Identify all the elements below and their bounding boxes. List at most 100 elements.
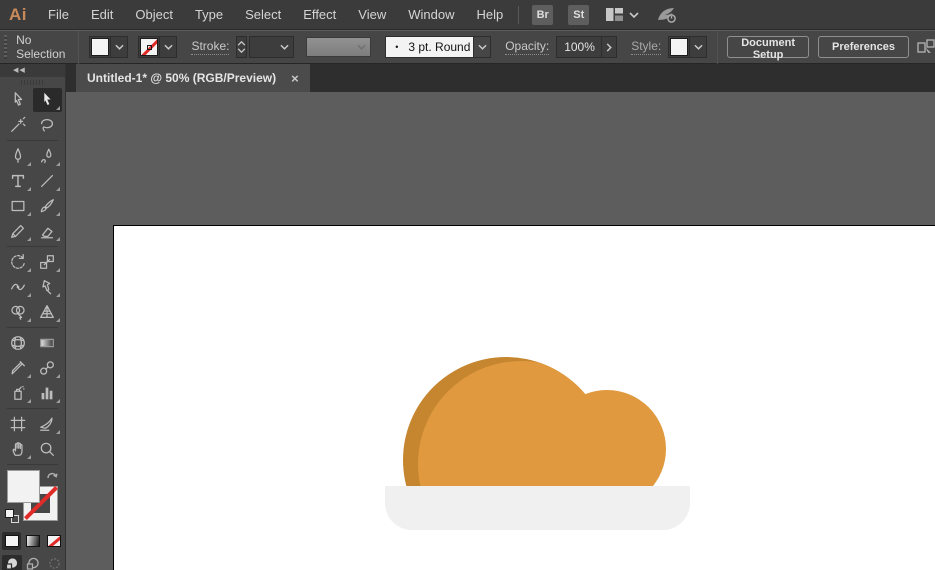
draw-behind-button[interactable] [23, 555, 43, 570]
tools-panel: ◀◀ [0, 64, 66, 570]
shape-builder-tool[interactable] [4, 300, 33, 324]
control-bar: No Selection Stroke: [0, 31, 935, 64]
type-tool[interactable] [4, 169, 33, 193]
chevron-down-icon[interactable] [689, 37, 706, 57]
opacity-input[interactable]: 100% [557, 40, 601, 54]
stroke-color-control[interactable] [138, 36, 177, 58]
scale-tool[interactable] [33, 250, 62, 274]
slice-tool[interactable] [33, 412, 62, 436]
hand-tool[interactable] [4, 437, 33, 461]
stock-button[interactable]: St [568, 5, 589, 25]
divider [7, 408, 58, 409]
menu-object[interactable]: Object [124, 0, 184, 29]
lasso-tool[interactable] [33, 113, 62, 137]
zoom-tool[interactable] [33, 437, 62, 461]
panel-dock-icon[interactable] [917, 39, 935, 55]
panel-grip[interactable] [4, 35, 7, 59]
tab-close-icon[interactable]: × [291, 72, 299, 85]
menu-separator [518, 6, 519, 24]
plate-shape [385, 486, 690, 530]
draw-inside-button[interactable] [44, 555, 64, 570]
style-swatch[interactable] [670, 38, 688, 56]
workspace-switcher-icon[interactable] [606, 8, 639, 21]
line-segment-tool[interactable] [33, 169, 62, 193]
chevron-right-icon[interactable] [601, 37, 616, 57]
eraser-tool[interactable] [33, 219, 62, 243]
document-tab-bar: Untitled-1* @ 50% (RGB/Preview) × [66, 64, 935, 92]
stroke-width-dropdown[interactable] [249, 36, 294, 58]
panel-collapse-button[interactable]: ◀◀ [0, 64, 65, 77]
divider [78, 31, 79, 64]
stroke-label[interactable]: Stroke: [191, 39, 229, 55]
document-tab-title: Untitled-1* @ 50% (RGB/Preview) [87, 71, 276, 85]
chevron-down-icon [276, 37, 293, 57]
fill-color-control[interactable] [89, 36, 128, 58]
canvas-area[interactable] [66, 92, 935, 570]
magic-wand-tool[interactable] [4, 113, 33, 137]
divider [7, 246, 58, 247]
artboard [113, 225, 935, 570]
fill-swatch[interactable] [91, 38, 109, 56]
panel-grip[interactable] [0, 77, 65, 88]
pen-tool[interactable] [4, 144, 33, 168]
perspective-grid-tool[interactable] [33, 300, 62, 324]
gradient-tool[interactable] [33, 331, 62, 355]
style-dropdown[interactable] [668, 36, 707, 58]
document-setup-button[interactable]: Document Setup [727, 36, 809, 58]
mesh-tool[interactable] [4, 331, 33, 355]
default-fill-stroke-icon[interactable] [5, 509, 21, 525]
opacity-label[interactable]: Opacity: [505, 39, 549, 55]
document-tab[interactable]: Untitled-1* @ 50% (RGB/Preview) × [76, 64, 310, 92]
menu-help[interactable]: Help [465, 0, 514, 29]
bridge-button[interactable]: Br [532, 5, 553, 25]
divider [7, 464, 58, 465]
menu-type[interactable]: Type [184, 0, 234, 29]
rectangle-tool[interactable] [4, 194, 33, 218]
column-graph-tool[interactable] [33, 381, 62, 405]
eyedropper-tool[interactable] [4, 356, 33, 380]
artboard-tool[interactable] [4, 412, 33, 436]
free-transform-tool[interactable] [33, 275, 62, 299]
menu-effect[interactable]: Effect [292, 0, 347, 29]
pencil-tool[interactable] [4, 219, 33, 243]
divider [717, 31, 718, 64]
brush-definition-dropdown[interactable]: • 3 pt. Round [385, 36, 491, 58]
menu-bar: Ai File Edit Object Type Select Effect V… [0, 0, 935, 30]
color-button[interactable] [2, 532, 21, 550]
paintbrush-tool[interactable] [33, 194, 62, 218]
menu-view[interactable]: View [347, 0, 397, 29]
stroke-indicator-icon [147, 45, 152, 50]
none-button[interactable] [44, 532, 63, 550]
blend-tool[interactable] [33, 356, 62, 380]
chevron-down-icon[interactable] [110, 37, 127, 57]
symbol-sprayer-tool[interactable] [4, 381, 33, 405]
rotate-tool[interactable] [4, 250, 33, 274]
menu-file[interactable]: File [37, 0, 80, 29]
brush-dot-icon: • [395, 42, 398, 52]
selection-tool[interactable] [4, 88, 33, 112]
swap-fill-stroke-icon[interactable] [45, 468, 60, 487]
curvature-tool[interactable] [33, 144, 62, 168]
stroke-width-stepper[interactable] [236, 36, 247, 58]
menu-window[interactable]: Window [397, 0, 465, 29]
fill-stroke-indicator [0, 468, 65, 530]
draw-normal-button[interactable] [2, 555, 22, 570]
gpu-performance-icon[interactable] [655, 5, 679, 25]
gradient-button[interactable] [23, 532, 42, 550]
menu-select[interactable]: Select [234, 0, 292, 29]
opacity-control[interactable]: 100% [556, 36, 617, 58]
chevron-down-icon[interactable] [473, 37, 490, 57]
bread-on-plate-artwork[interactable] [380, 350, 695, 535]
drawing-mode-buttons [0, 555, 65, 570]
width-tool[interactable] [4, 275, 33, 299]
preferences-button[interactable]: Preferences [818, 36, 909, 58]
fill-proxy[interactable] [7, 470, 40, 503]
selection-status: No Selection [16, 33, 65, 61]
direct-selection-tool[interactable] [33, 88, 62, 112]
illustrator-window: Ai File Edit Object Type Select Effect V… [0, 0, 935, 570]
stroke-swatch-none[interactable] [140, 38, 158, 56]
style-label[interactable]: Style: [631, 39, 661, 55]
divider [7, 140, 58, 141]
menu-edit[interactable]: Edit [80, 0, 124, 29]
chevron-down-icon[interactable] [159, 37, 176, 57]
